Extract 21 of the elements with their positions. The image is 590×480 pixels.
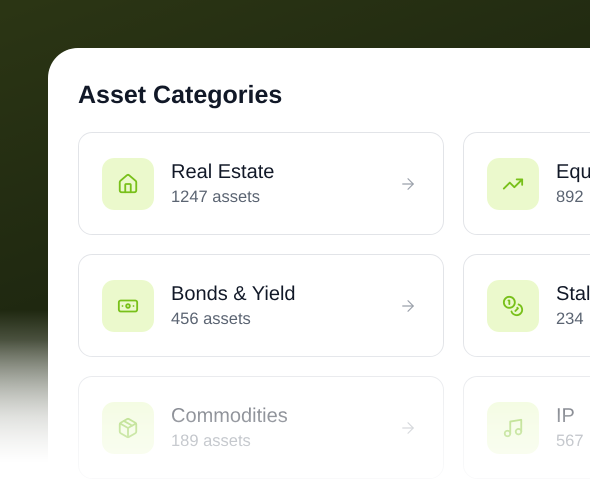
- music-note-icon: [502, 416, 524, 438]
- category-card[interactable]: Equ 892: [463, 132, 590, 235]
- asset-count: 189 assets: [171, 430, 251, 452]
- category-card[interactable]: Stal 234: [463, 254, 590, 357]
- category-name: Bonds & Yield: [171, 282, 296, 306]
- asset-count: 456 assets: [171, 308, 251, 330]
- category-name: Stal: [556, 282, 590, 306]
- house-icon: [117, 172, 139, 194]
- category-name: Equ: [556, 160, 590, 184]
- asset-count: 567: [556, 430, 584, 452]
- asset-count: 892: [556, 186, 584, 208]
- category-card[interactable]: Bonds & Yield 456 assets: [78, 254, 444, 357]
- asset-count: 1247 assets: [171, 186, 260, 208]
- box-icon: [117, 416, 139, 438]
- category-name: Real Estate: [171, 160, 274, 184]
- coins-icon: [502, 294, 524, 316]
- category-card[interactable]: Real Estate 1247 assets: [78, 132, 444, 235]
- asset-count: 234: [556, 308, 584, 330]
- category-name: Commodities: [171, 404, 288, 428]
- section-title: Asset Categories: [78, 80, 282, 111]
- category-name: IP: [556, 404, 575, 428]
